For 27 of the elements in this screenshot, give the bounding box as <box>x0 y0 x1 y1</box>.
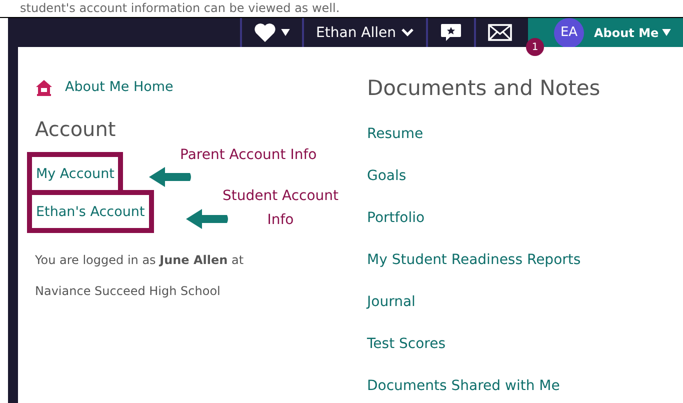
house-icon <box>35 78 53 96</box>
document-link[interactable]: Journal <box>367 281 416 324</box>
document-link[interactable]: My Student Readiness Reports <box>367 239 581 282</box>
document-link[interactable]: Test Scores <box>367 323 446 366</box>
document-link[interactable]: Goals <box>367 155 406 198</box>
avatar[interactable]: EA <box>554 18 584 48</box>
document-link[interactable]: Portfolio <box>367 197 425 240</box>
mail-icon[interactable] <box>488 24 512 41</box>
document-link[interactable]: Resume <box>367 113 424 156</box>
section-heading: Account <box>35 117 117 142</box>
annotation-arrow <box>185 208 229 230</box>
account-link[interactable]: My Account <box>36 166 114 182</box>
heart-icon <box>254 23 276 42</box>
about-me-menu[interactable]: About Me <box>594 26 671 40</box>
chat-star-icon[interactable] <box>440 22 462 42</box>
section-heading: Documents and Notes <box>367 75 600 102</box>
caret-icon <box>281 29 290 36</box>
caption-text: student's account information can be viewed as well. <box>19 0 340 17</box>
annotation-label: Parent Account Info <box>180 146 317 165</box>
chevron-down-icon <box>401 28 414 37</box>
document-link[interactable]: Documents Shared with Me <box>367 365 560 403</box>
login-note: You are logged in as June Allen at Naviance Succeed High School <box>35 252 245 300</box>
home-link[interactable]: About Me Home <box>35 76 174 98</box>
caret-icon <box>662 29 671 36</box>
annotation-arrow <box>148 166 192 188</box>
account-link[interactable]: Ethan's Account <box>36 204 145 220</box>
annotation-label: Student Account Info <box>221 187 340 230</box>
